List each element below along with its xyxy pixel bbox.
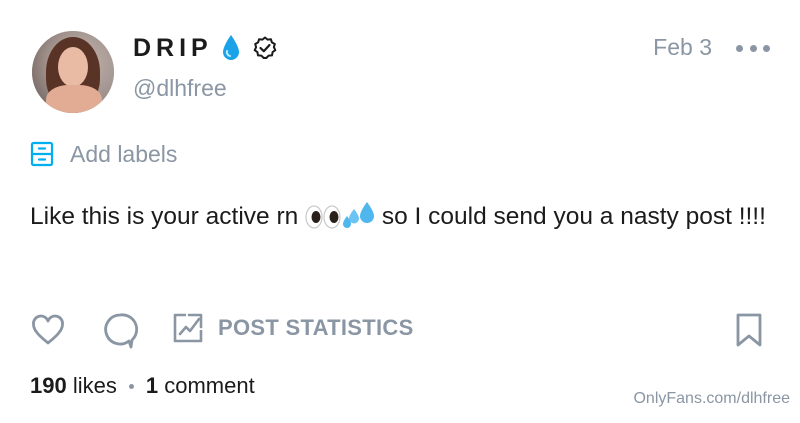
chart-icon bbox=[172, 312, 204, 344]
post-text-start: Like this is your active rn bbox=[30, 203, 306, 230]
add-labels-button[interactable]: Add labels bbox=[30, 140, 177, 168]
separator-dot bbox=[128, 383, 134, 389]
watermark: OnlyFans.com/dlhfree bbox=[633, 390, 790, 407]
likes-count: 190 bbox=[30, 373, 67, 398]
author-name-row[interactable]: DRIP bbox=[133, 32, 277, 64]
author-display-name[interactable]: DRIP bbox=[133, 34, 213, 63]
more-options-icon[interactable] bbox=[736, 38, 770, 58]
heart-icon[interactable] bbox=[30, 312, 66, 348]
post-card: DRIP @dlhfree Feb 3 Add labels Like this… bbox=[0, 0, 800, 423]
post-actions: POST STATISTICS bbox=[30, 312, 770, 352]
avatar[interactable] bbox=[32, 31, 114, 113]
post-statistics-button[interactable]: POST STATISTICS bbox=[172, 312, 414, 344]
comment-bubble-icon[interactable] bbox=[102, 312, 138, 350]
author-handle[interactable]: @dlhfree bbox=[133, 75, 227, 102]
engagement-counts: 190 likes 1 comment bbox=[30, 373, 255, 399]
comments-count: 1 bbox=[145, 373, 159, 398]
eyes-emoji bbox=[305, 203, 341, 243]
comments-label: comment bbox=[158, 373, 255, 398]
post-text-end: so I could send you a nasty post !!!! bbox=[375, 203, 766, 230]
post-text: Like this is your active rn so I could s… bbox=[30, 197, 770, 243]
likes-label: likes bbox=[66, 373, 117, 398]
droplet-icon bbox=[221, 34, 241, 62]
add-labels-label: Add labels bbox=[70, 140, 178, 167]
verified-icon bbox=[253, 36, 277, 60]
comments-count-link[interactable]: 1 comment bbox=[146, 373, 255, 399]
post-statistics-label: POST STATISTICS bbox=[218, 315, 414, 340]
bookmark-icon[interactable] bbox=[734, 312, 764, 348]
likes-count-link[interactable]: 190 likes bbox=[30, 373, 117, 399]
sweat-droplets-emoji bbox=[341, 200, 375, 243]
post-date[interactable]: Feb 3 bbox=[653, 34, 712, 61]
label-icon bbox=[30, 140, 54, 168]
